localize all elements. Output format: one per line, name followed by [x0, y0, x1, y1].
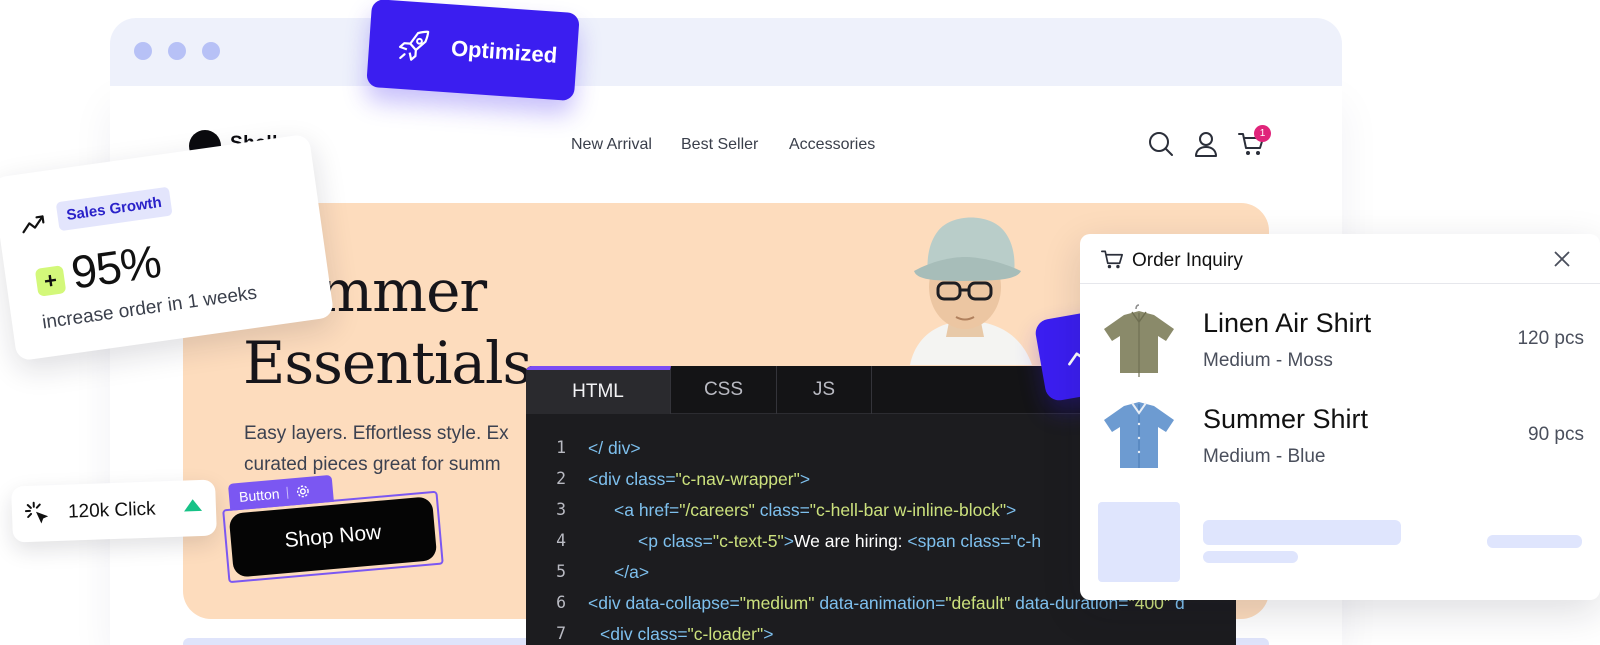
- product-variant: Medium - Moss: [1203, 350, 1333, 371]
- loading-text-placeholder: [1487, 535, 1582, 548]
- line-number: 1: [556, 438, 566, 457]
- product-quantity: 90 pcs: [1528, 424, 1584, 445]
- product-image-summer-shirt: [1098, 394, 1180, 476]
- order-panel-title: Order Inquiry: [1132, 250, 1243, 271]
- browser-titlebar: [110, 18, 1342, 86]
- line-number: 7: [556, 624, 566, 643]
- cart-icon: [1100, 248, 1124, 270]
- window-dot[interactable]: [134, 42, 152, 60]
- search-icon[interactable]: [1147, 130, 1175, 158]
- order-panel-header: Order Inquiry: [1080, 234, 1600, 284]
- user-icon[interactable]: [1193, 130, 1219, 158]
- tab-js[interactable]: JS: [777, 366, 872, 414]
- cart-count-badge: 1: [1254, 125, 1271, 142]
- code-text[interactable]: </a>: [614, 562, 649, 583]
- element-type-label: Button: [238, 484, 281, 505]
- optimized-label: Optimized: [450, 35, 559, 68]
- product-image-linen-shirt: [1098, 299, 1180, 381]
- loading-text-placeholder: [1203, 551, 1298, 563]
- product-name: Linen Air Shirt: [1203, 308, 1372, 338]
- click-stat-card: 120k Click: [11, 479, 217, 543]
- tag-divider: [286, 486, 289, 499]
- product-quantity: 120 pcs: [1517, 328, 1584, 349]
- model-photo: [870, 205, 1055, 365]
- code-text[interactable]: <div class="c-nav-wrapper">: [588, 469, 810, 490]
- rocket-icon: [394, 26, 435, 67]
- nav-link-accessories[interactable]: Accessories: [789, 136, 875, 154]
- line-number: 3: [556, 500, 566, 519]
- code-text[interactable]: <a href="/careers" class="c-hell-bar w-i…: [614, 500, 1016, 521]
- tab-html[interactable]: HTML: [526, 366, 671, 414]
- nav-link-new-arrival[interactable]: New Arrival: [571, 136, 652, 154]
- line-number: 2: [556, 469, 566, 488]
- line-number: 5: [556, 562, 566, 581]
- gear-icon[interactable]: [296, 483, 311, 498]
- loading-text-placeholder: [1203, 520, 1401, 545]
- code-text[interactable]: </ div>: [588, 438, 641, 459]
- nav-link-best-seller[interactable]: Best Seller: [681, 136, 758, 154]
- line-number: 4: [556, 531, 566, 550]
- sales-growth-badge: Sales Growth: [55, 186, 173, 232]
- order-inquiry-panel: Order Inquiry Linen Air Shirt Medium - M…: [1080, 234, 1600, 600]
- shop-now-selection: Button Shop Now: [220, 466, 444, 586]
- line-number: 6: [556, 593, 566, 612]
- click-count: 120k Click: [67, 498, 156, 523]
- optimized-badge: Optimized: [366, 0, 580, 102]
- plus-badge: +: [34, 265, 67, 297]
- trend-up-icon: [19, 211, 48, 236]
- loading-image-placeholder: [1098, 502, 1180, 582]
- hero-subtitle-line: Easy layers. Effortless style. Ex: [244, 423, 509, 444]
- trend-up-arrow-icon: [183, 498, 203, 512]
- window-dot[interactable]: [202, 42, 220, 60]
- close-icon[interactable]: [1552, 249, 1572, 269]
- cursor-click-icon: [24, 500, 53, 529]
- product-name: Summer Shirt: [1203, 404, 1369, 434]
- code-text[interactable]: <p class="c-text-5">We are hiring: <span…: [638, 531, 1041, 552]
- product-variant: Medium - Blue: [1203, 446, 1326, 467]
- tab-css[interactable]: CSS: [671, 366, 777, 414]
- growth-value: 95%: [68, 234, 164, 299]
- code-text[interactable]: <div class="c-loader">: [600, 624, 773, 645]
- window-dot[interactable]: [168, 42, 186, 60]
- hero-title-line: Essentials: [243, 329, 532, 397]
